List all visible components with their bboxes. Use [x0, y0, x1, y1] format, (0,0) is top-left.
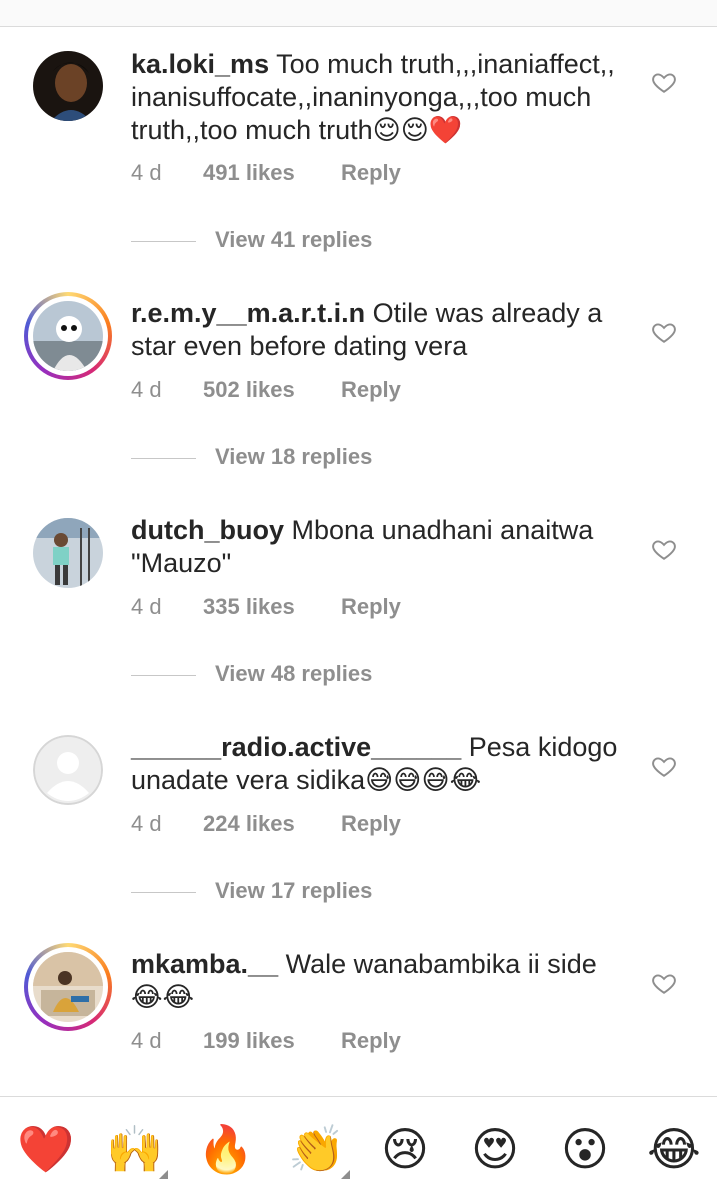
- emoji-quick-reaction-bar: ❤️ 🙌 🔥 👏 😢 😍 😮 😂: [0, 1096, 717, 1204]
- reply-button[interactable]: Reply: [341, 1028, 401, 1054]
- comment-time: 4 d: [131, 377, 162, 402]
- view-replies-divider: [131, 458, 196, 459]
- comment-time: 4 d: [131, 811, 162, 836]
- reply-button[interactable]: Reply: [341, 160, 401, 186]
- comment-username[interactable]: mkamba.__: [131, 949, 278, 979]
- like-heart-icon[interactable]: [651, 753, 677, 779]
- reply-button[interactable]: Reply: [341, 811, 401, 837]
- avatar[interactable]: [33, 518, 103, 588]
- comment-username[interactable]: ka.loki_ms: [131, 49, 269, 79]
- comment-username[interactable]: r.e.m.y__m.a.r.t.i.n: [131, 298, 365, 328]
- comment-username[interactable]: ______radio.active______: [131, 732, 461, 762]
- emoji-fire-button[interactable]: 🔥: [197, 1121, 254, 1177]
- view-replies-label: View 18 replies: [215, 444, 373, 469]
- emoji-crying-face-button[interactable]: 😢: [377, 1121, 433, 1177]
- comment-text: mkamba.__ Wale wanabambika ii side 😂😂: [131, 948, 631, 1014]
- emoji-clapping-hands-button[interactable]: 👏: [288, 1121, 350, 1179]
- comment-time: 4 d: [131, 1028, 162, 1053]
- avatar-photo: [33, 51, 103, 121]
- comment-text: ka.loki_ms Too much truth,,,inaniaffect,…: [131, 48, 631, 147]
- avatar-photo: [33, 518, 103, 588]
- avatar-story-ring[interactable]: [24, 292, 112, 380]
- like-heart-icon[interactable]: [651, 69, 677, 95]
- avatar-story-ring[interactable]: [24, 943, 112, 1031]
- like-heart-icon[interactable]: [651, 970, 677, 996]
- comment-text: dutch_buoy Mbona unadhani anaitwa "Mauzo…: [131, 514, 631, 580]
- like-heart-icon[interactable]: [651, 536, 677, 562]
- comment-text: ______radio.active______ Pesa kidogo una…: [131, 731, 631, 797]
- view-replies-label: View 41 replies: [215, 227, 373, 252]
- comment-username[interactable]: dutch_buoy: [131, 515, 284, 545]
- view-replies-divider: [131, 241, 196, 242]
- emoji-raising-hands-button[interactable]: 🙌: [106, 1121, 168, 1179]
- emoji-red-heart-button[interactable]: ❤️: [17, 1121, 74, 1177]
- skin-tone-indicator-icon: [341, 1170, 350, 1179]
- comment-time: 4 d: [131, 160, 162, 185]
- reply-button[interactable]: Reply: [341, 377, 401, 403]
- avatar-default[interactable]: [33, 735, 103, 805]
- comment-likes[interactable]: 491 likes: [203, 160, 295, 186]
- view-replies-label: View 48 replies: [215, 661, 373, 686]
- avatar-photo: [33, 952, 103, 1022]
- comment-likes[interactable]: 199 likes: [203, 1028, 295, 1054]
- comment-likes[interactable]: 335 likes: [203, 594, 295, 620]
- emoji-surprised-face-button[interactable]: 😮: [557, 1121, 613, 1177]
- view-replies-divider: [131, 892, 196, 893]
- default-avatar-icon: [33, 735, 103, 805]
- view-replies-label: View 17 replies: [215, 878, 373, 903]
- avatar[interactable]: [33, 51, 103, 121]
- avatar-photo: [33, 301, 103, 371]
- emoji-tears-of-joy-button[interactable]: 😂: [646, 1121, 702, 1177]
- emoji-raising-hands-icon: 🙌: [106, 1123, 164, 1175]
- comment-likes[interactable]: 502 likes: [203, 377, 295, 403]
- top-header-edge: [0, 0, 717, 27]
- view-replies-divider: [131, 675, 196, 676]
- skin-tone-indicator-icon: [159, 1170, 168, 1179]
- comment-text: r.e.m.y__m.a.r.t.i.n Otile was already a…: [131, 297, 631, 363]
- emoji-heart-eyes-button[interactable]: 😍: [467, 1121, 523, 1177]
- emoji-clapping-hands-icon: 👏: [288, 1123, 346, 1175]
- comment-time: 4 d: [131, 594, 162, 619]
- like-heart-icon[interactable]: [651, 319, 677, 345]
- comment-likes[interactable]: 224 likes: [203, 811, 295, 837]
- reply-button[interactable]: Reply: [341, 594, 401, 620]
